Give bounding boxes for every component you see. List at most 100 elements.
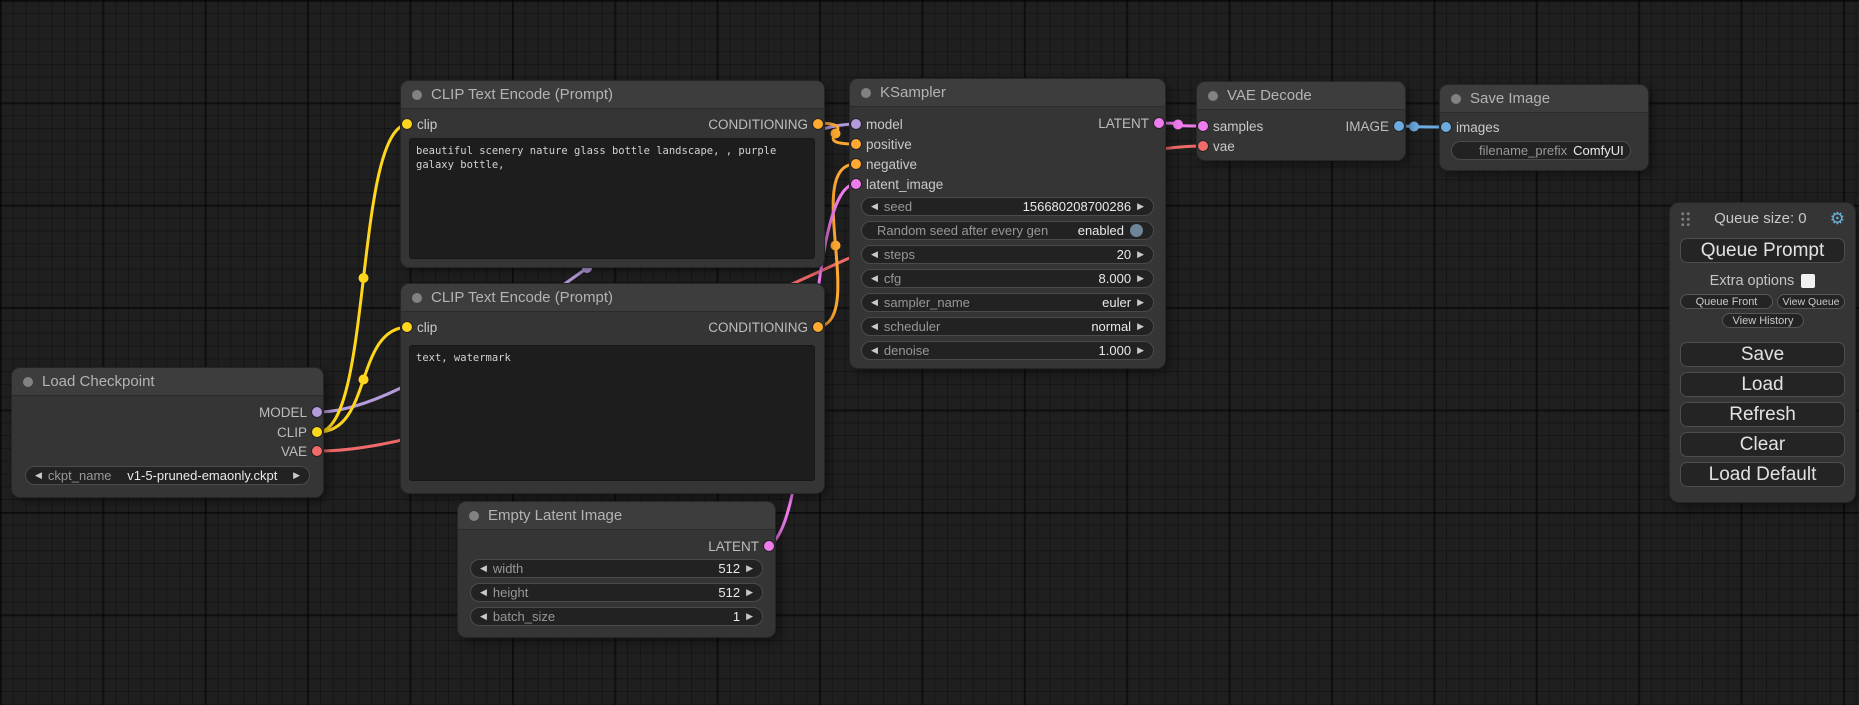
decrement-arrow-icon[interactable]: ◀ <box>480 588 487 597</box>
increment-arrow-icon[interactable]: ▶ <box>1137 250 1144 259</box>
images-input-port[interactable] <box>1441 122 1451 132</box>
port-label: images <box>1456 120 1500 135</box>
clip-output-port[interactable] <box>312 427 322 437</box>
save-button[interactable]: Save <box>1680 342 1845 367</box>
view-history-button[interactable]: View History <box>1722 313 1804 328</box>
latent-output-port[interactable] <box>1154 118 1164 128</box>
port-label: clip <box>417 320 437 335</box>
vae-input-port[interactable] <box>1198 141 1208 151</box>
queue-front-button[interactable]: Queue Front <box>1680 294 1773 309</box>
seed-widget[interactable]: ◀ seed 156680208700286 ▶ <box>861 197 1154 216</box>
prompt-textarea[interactable]: text, watermark <box>409 345 815 481</box>
widget-value: v1-5-pruned-emaonly.ckpt <box>118 468 288 483</box>
sampler-name-widget[interactable]: ◀ sampler_name euler ▶ <box>861 293 1154 312</box>
widget-value: ComfyUI <box>1573 143 1624 158</box>
node-collapse-dot[interactable] <box>861 88 871 98</box>
node-collapse-dot[interactable] <box>412 293 422 303</box>
increment-arrow-icon[interactable]: ▶ <box>1137 274 1144 283</box>
view-queue-button[interactable]: View Queue <box>1777 294 1845 309</box>
queue-control-panel: Queue size: 0 ⚙ Queue Prompt Extra optio… <box>1670 203 1855 502</box>
conditioning-output-port[interactable] <box>813 119 823 129</box>
image-output-port[interactable] <box>1394 121 1404 131</box>
widget-label: scheduler <box>884 319 940 334</box>
latent-image-input-port[interactable] <box>851 179 861 189</box>
negative-input-port[interactable] <box>851 159 861 169</box>
node-title-bar[interactable]: Save Image <box>1440 85 1648 113</box>
increment-arrow-icon[interactable]: ▶ <box>1137 298 1144 307</box>
decrement-arrow-icon[interactable]: ◀ <box>480 612 487 621</box>
port-label: CONDITIONING <box>708 117 808 132</box>
node-collapse-dot[interactable] <box>412 90 422 100</box>
positive-input-port[interactable] <box>851 139 861 149</box>
batch-size-widget[interactable]: ◀ batch_size 1 ▶ <box>470 607 763 626</box>
refresh-button[interactable]: Refresh <box>1680 402 1845 427</box>
drag-handle-icon[interactable] <box>1680 211 1691 226</box>
decrement-arrow-icon[interactable]: ◀ <box>35 471 42 480</box>
decrement-arrow-icon[interactable]: ◀ <box>871 322 878 331</box>
node-title-bar[interactable]: CLIP Text Encode (Prompt) <box>401 81 824 109</box>
node-vae-decode[interactable]: VAE Decode samples vae IMAGE <box>1197 82 1405 160</box>
decrement-arrow-icon[interactable]: ◀ <box>871 274 878 283</box>
clip-input-port[interactable] <box>402 322 412 332</box>
model-input-port[interactable] <box>851 119 861 129</box>
decrement-arrow-icon[interactable]: ◀ <box>871 202 878 211</box>
increment-arrow-icon[interactable]: ▶ <box>1137 202 1144 211</box>
widget-value: normal <box>946 319 1131 334</box>
increment-arrow-icon[interactable]: ▶ <box>746 588 753 597</box>
node-collapse-dot[interactable] <box>469 511 479 521</box>
node-title-bar[interactable]: Load Checkpoint <box>12 368 323 396</box>
increment-arrow-icon[interactable]: ▶ <box>746 564 753 573</box>
prompt-textarea[interactable]: beautiful scenery nature glass bottle la… <box>409 138 815 259</box>
increment-arrow-icon[interactable]: ▶ <box>293 471 300 480</box>
random-seed-toggle-widget[interactable]: Random seed after every gen enabled <box>861 221 1154 240</box>
decrement-arrow-icon[interactable]: ◀ <box>871 250 878 259</box>
node-collapse-dot[interactable] <box>1451 94 1461 104</box>
conditioning-output-port[interactable] <box>813 322 823 332</box>
node-clip-text-encode-positive[interactable]: CLIP Text Encode (Prompt) clip CONDITION… <box>401 81 824 267</box>
clip-input-port[interactable] <box>402 119 412 129</box>
gear-icon[interactable]: ⚙ <box>1830 210 1845 227</box>
width-widget[interactable]: ◀ width 512 ▶ <box>470 559 763 578</box>
node-load-checkpoint[interactable]: Load Checkpoint MODEL CLIP VAE ◀ ckpt_na… <box>12 368 323 497</box>
node-title-bar[interactable]: VAE Decode <box>1197 82 1405 110</box>
node-ksampler[interactable]: KSampler model positive negative latent_… <box>850 79 1165 368</box>
queue-prompt-button[interactable]: Queue Prompt <box>1680 238 1845 263</box>
node-collapse-dot[interactable] <box>1208 91 1218 101</box>
node-title: CLIP Text Encode (Prompt) <box>431 86 613 103</box>
cfg-widget[interactable]: ◀ cfg 8.000 ▶ <box>861 269 1154 288</box>
vae-output-port[interactable] <box>312 446 322 456</box>
decrement-arrow-icon[interactable]: ◀ <box>871 346 878 355</box>
node-title: Load Checkpoint <box>42 373 155 390</box>
widget-label: cfg <box>884 271 901 286</box>
decrement-arrow-icon[interactable]: ◀ <box>871 298 878 307</box>
decrement-arrow-icon[interactable]: ◀ <box>480 564 487 573</box>
extra-options-label: Extra options <box>1710 273 1795 289</box>
node-title-bar[interactable]: KSampler <box>850 79 1165 107</box>
node-title-bar[interactable]: Empty Latent Image <box>458 502 775 530</box>
model-output-port[interactable] <box>312 407 322 417</box>
height-widget[interactable]: ◀ height 512 ▶ <box>470 583 763 602</box>
increment-arrow-icon[interactable]: ▶ <box>1137 322 1144 331</box>
filename-prefix-widget[interactable]: filename_prefix ComfyUI <box>1451 141 1631 160</box>
load-button[interactable]: Load <box>1680 372 1845 397</box>
extra-options-checkbox[interactable] <box>1801 274 1815 288</box>
scheduler-widget[interactable]: ◀ scheduler normal ▶ <box>861 317 1154 336</box>
increment-arrow-icon[interactable]: ▶ <box>1137 346 1144 355</box>
samples-input-port[interactable] <box>1198 121 1208 131</box>
node-save-image[interactable]: Save Image images filename_prefix ComfyU… <box>1440 85 1648 170</box>
ckpt-name-widget[interactable]: ◀ ckpt_name v1-5-pruned-emaonly.ckpt ▶ <box>25 466 310 485</box>
load-default-button[interactable]: Load Default <box>1680 462 1845 487</box>
widget-value: 512 <box>534 585 740 600</box>
node-clip-text-encode-negative[interactable]: CLIP Text Encode (Prompt) clip CONDITION… <box>401 284 824 493</box>
denoise-widget[interactable]: ◀ denoise 1.000 ▶ <box>861 341 1154 360</box>
toggle-indicator[interactable] <box>1130 224 1143 237</box>
clear-button[interactable]: Clear <box>1680 432 1845 457</box>
node-collapse-dot[interactable] <box>23 377 33 387</box>
latent-output-port[interactable] <box>764 541 774 551</box>
node-title-bar[interactable]: CLIP Text Encode (Prompt) <box>401 284 824 312</box>
increment-arrow-icon[interactable]: ▶ <box>746 612 753 621</box>
widget-value: enabled <box>1054 223 1124 238</box>
comfyui-canvas[interactable]: CLIP Text Encode (Prompt) clip CONDITION… <box>0 0 1859 705</box>
node-empty-latent-image[interactable]: Empty Latent Image LATENT ◀ width 512 ▶ … <box>458 502 775 637</box>
steps-widget[interactable]: ◀ steps 20 ▶ <box>861 245 1154 264</box>
